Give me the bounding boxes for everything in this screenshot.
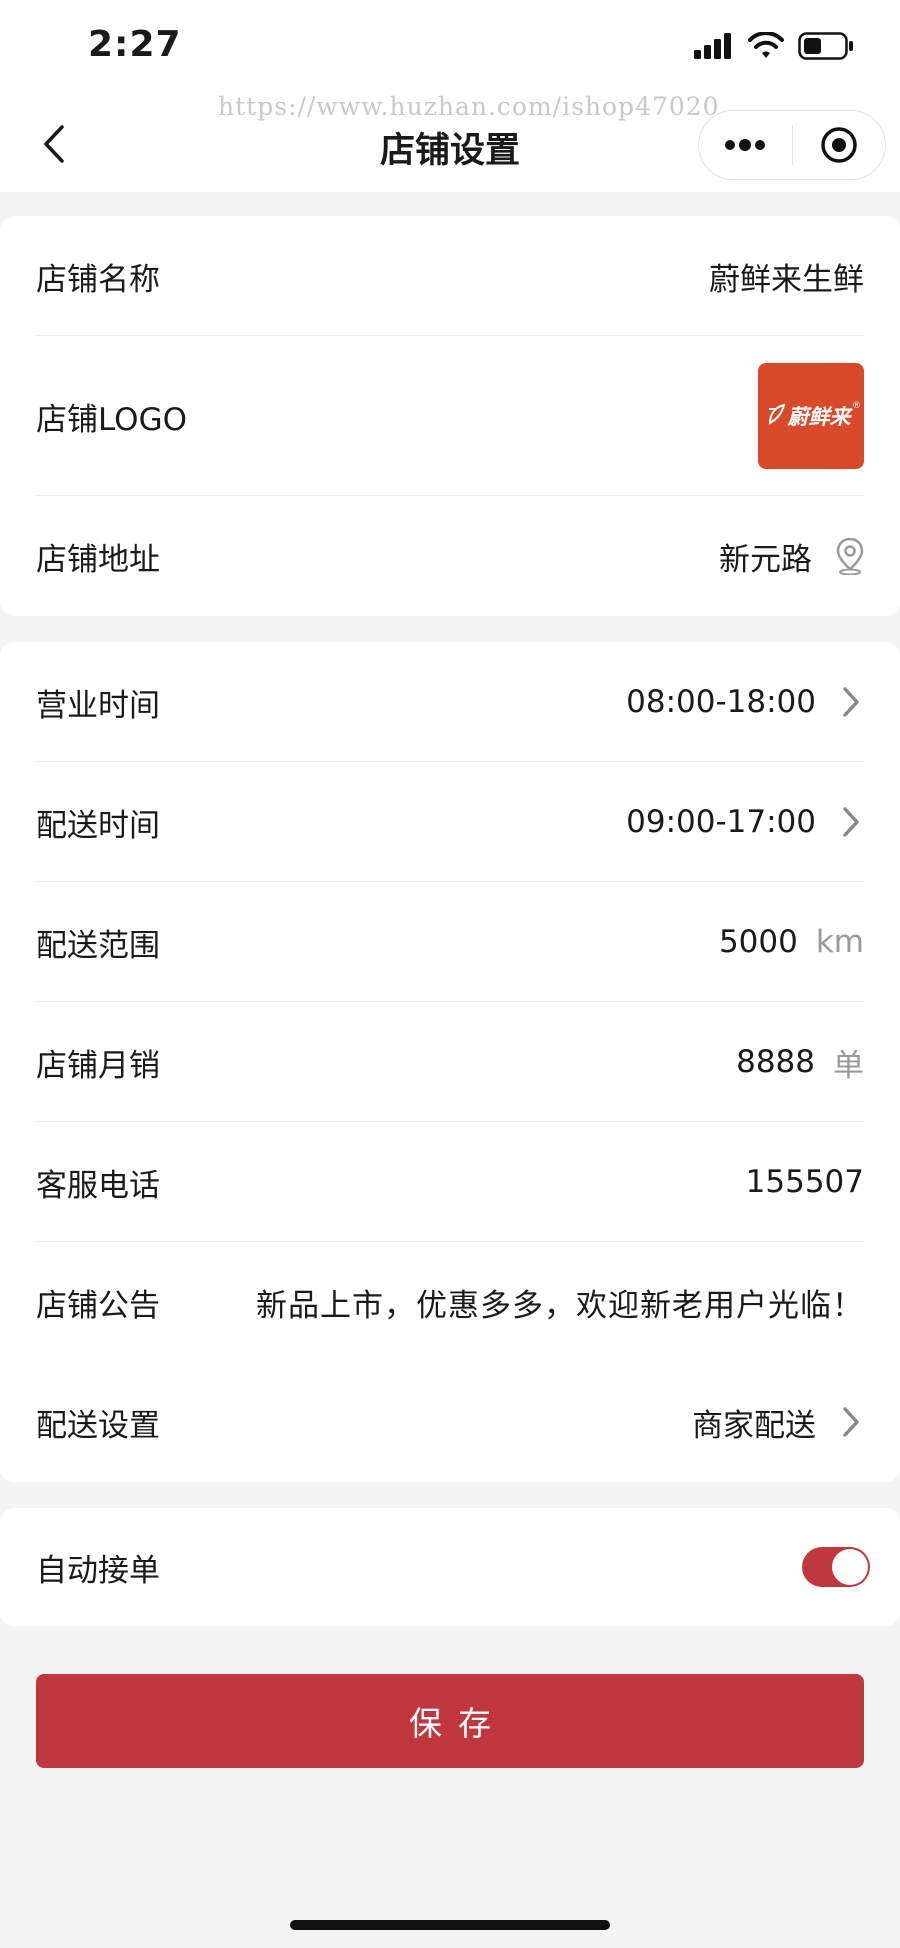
auto-accept-card: 自动接单 [0,1508,900,1626]
chevron-right-icon [842,805,864,839]
shop-address-label: 店铺地址 [36,541,160,578]
service-phone-input[interactable]: 155507 [746,1164,864,1200]
save-button[interactable]: 保存 [36,1674,864,1768]
target-close-icon [821,127,857,163]
status-bar: 2:27 [0,0,900,96]
business-hours-right: 08:00-18:00 [626,684,864,720]
close-mini-program-button[interactable] [793,110,886,180]
shop-address-right: 新元路 [719,534,864,579]
business-hours-value: 08:00-18:00 [626,684,816,720]
shop-address-value: 新元路 [719,541,812,578]
monthly-sales-input[interactable]: 8888 [736,1044,815,1080]
auto-accept-toggle[interactable] [802,1547,870,1587]
delivery-time-right: 09:00-17:00 [626,804,864,840]
shop-name-value: 蔚鲜来生鲜 [709,261,864,298]
status-time: 2:27 [88,24,182,65]
delivery-setting-value: 商家配送 [692,1407,816,1444]
shop-name-row[interactable]: 店铺名称 蔚鲜来生鲜 [36,216,864,336]
shop-logo-label: 店铺LOGO [36,401,187,438]
more-dots-icon [725,139,766,151]
toggle-knob [832,1549,868,1585]
delivery-setting-row[interactable]: 配送设置 商家配送 [36,1362,864,1482]
shop-notice-row: 店铺公告 新品上市，优惠多多，欢迎新老用户光临！ [36,1242,864,1362]
logo-text: 蔚鲜来 [787,405,851,429]
delivery-time-value: 09:00-17:00 [626,804,816,840]
shop-logo-row[interactable]: 店铺LOGO 蔚鲜来 ® [36,336,864,496]
business-hours-row[interactable]: 营业时间 08:00-18:00 [36,642,864,762]
delivery-range-right: 5000 km [719,924,864,960]
location-pin-icon[interactable] [836,537,864,575]
delivery-range-unit: km [815,924,864,960]
registered-mark-icon: ® [852,401,861,411]
monthly-sales-right: 8888 单 [736,1040,864,1085]
wifi-icon [748,32,784,58]
service-phone-row: 客服电话 155507 [36,1122,864,1242]
business-hours-label: 营业时间 [36,687,160,724]
chevron-right-icon [842,685,864,719]
leaf-icon [768,403,786,425]
delivery-range-label: 配送范围 [36,927,160,964]
shop-notice-label: 店铺公告 [36,1287,160,1324]
shop-name-label: 店铺名称 [36,261,160,298]
monthly-sales-unit: 单 [833,1047,864,1084]
monthly-sales-label: 店铺月销 [36,1047,160,1084]
chevron-left-icon [44,125,64,163]
delivery-range-row: 配送范围 5000 km [36,882,864,1002]
delivery-setting-right: 商家配送 [692,1400,864,1445]
mini-program-capsule [698,110,886,180]
monthly-sales-row: 店铺月销 8888 单 [36,1002,864,1122]
watermark-url: https://www.huzhan.com/ishop47020 [218,92,720,121]
shop-details-card: 营业时间 08:00-18:00 配送时间 09:00-17:00 配送范围 5… [0,642,900,1482]
auto-accept-row: 自动接单 [36,1508,900,1626]
shop-notice-input[interactable]: 新品上市，优惠多多，欢迎新老用户光临！ [256,1280,864,1325]
service-phone-label: 客服电话 [36,1167,160,1204]
shop-info-card: 店铺名称 蔚鲜来生鲜 店铺LOGO 蔚鲜来 ® 店铺地址 新元路 [0,216,900,616]
delivery-range-input[interactable]: 5000 [719,924,798,960]
chevron-right-icon [842,1405,864,1439]
back-button[interactable] [30,120,78,168]
delivery-setting-label: 配送设置 [36,1407,160,1444]
auto-accept-label: 自动接单 [36,1552,160,1589]
signal-icon [694,33,731,59]
shop-address-row[interactable]: 店铺地址 新元路 [36,496,864,616]
shop-logo-image[interactable]: 蔚鲜来 ® [758,363,864,469]
battery-icon [798,32,853,60]
home-indicator [290,1920,610,1930]
status-icons [694,32,854,60]
delivery-time-row[interactable]: 配送时间 09:00-17:00 [36,762,864,882]
delivery-time-label: 配送时间 [36,807,160,844]
